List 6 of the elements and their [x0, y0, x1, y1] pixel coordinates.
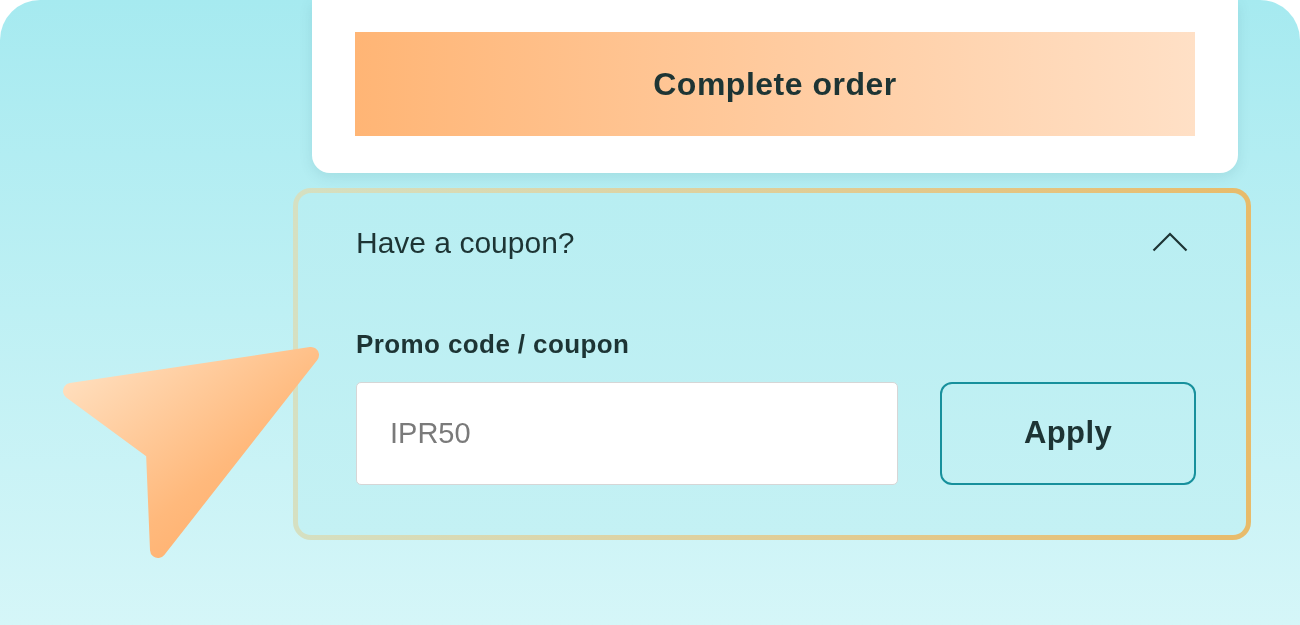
coupon-code-input[interactable]: IPR50	[356, 382, 898, 485]
coupon-toggle[interactable]: Have a coupon?	[356, 223, 1188, 261]
field-label: Promo code / coupon	[356, 328, 631, 360]
cursor-arrow-icon	[62, 346, 320, 559]
apply-button[interactable]: Apply	[940, 382, 1196, 485]
complete-order-button[interactable]: Complete order	[355, 32, 1195, 136]
